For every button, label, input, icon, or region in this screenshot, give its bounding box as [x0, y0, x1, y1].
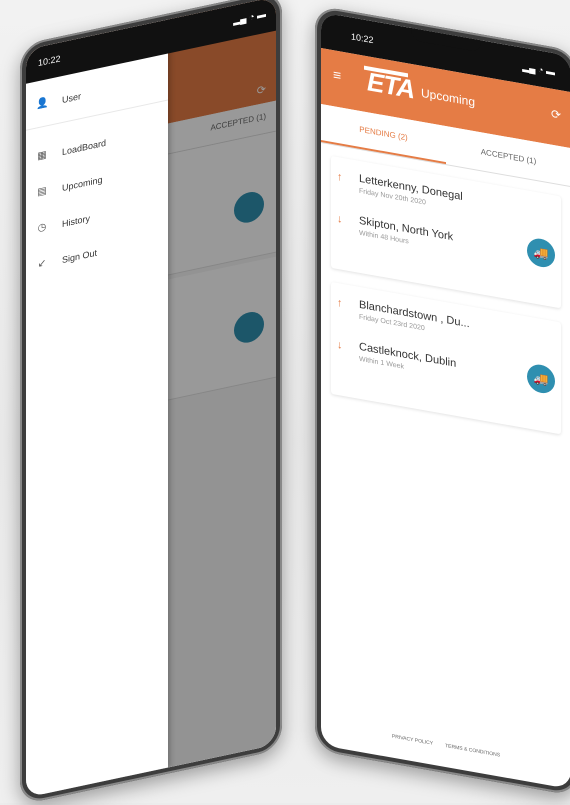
privacy-policy-link[interactable]: PRIVACY POLICY — [392, 734, 433, 747]
truck-icon[interactable]: 🚚 — [527, 236, 555, 270]
dropoff-arrow-icon: ↓ — [337, 212, 343, 226]
drawer-item-label: History — [62, 212, 91, 229]
status-time: 10:22 — [38, 53, 61, 69]
signout-icon: ↙ — [37, 257, 47, 271]
pickup-stop: Blanchardstown , Du... Friday Oct 23rd 2… — [359, 299, 470, 341]
dropoff-stop: Skipton, North York Within 48 Hours — [359, 215, 453, 254]
terms-link[interactable]: TERMS & CONDITIONS — [445, 743, 500, 759]
drawer-item-upcoming[interactable]: ▤ Upcoming — [36, 173, 103, 199]
drawer-item-label: User — [62, 90, 82, 105]
drawer-item-user[interactable]: 👤 User — [36, 90, 81, 111]
drawer-item-label: LoadBoard — [62, 137, 107, 157]
dropoff-arrow-icon: ↓ — [337, 338, 343, 352]
eta-logo: ETA — [367, 66, 415, 105]
status-time: 10:22 — [351, 31, 374, 46]
job-card[interactable]: ↑ Blanchardstown , Du... Friday Oct 23rd… — [331, 281, 561, 435]
drawer-item-loadboard[interactable]: ▦ LoadBoard — [36, 137, 106, 163]
left-phone: ⟳ ACCEPTED (1) 10:22 👤 User ▦ LoadBoard … — [20, 0, 282, 805]
right-phone: 10:22 ▂▄ ◔ ▬ ≡ ETA Upcoming ⟳ PENDING (2… — [315, 5, 570, 797]
phone-screen: 10:22 ▂▄ ◔ ▬ ≡ ETA Upcoming ⟳ PENDING (2… — [321, 12, 570, 790]
page-title: Upcoming — [421, 85, 476, 110]
drawer-item-label: Sign Out — [62, 247, 98, 265]
navigation-drawer: 10:22 👤 User ▦ LoadBoard ▤ Upcoming ◷ Hi… — [26, 19, 168, 798]
board-icon: ▦ — [37, 149, 47, 163]
pickup-stop: Letterkenny, Donegal Friday Nov 20th 202… — [359, 173, 463, 213]
drawer-item-sign-out[interactable]: ↙ Sign Out — [36, 247, 97, 271]
person-icon: 👤 — [36, 96, 49, 111]
dropoff-stop: Castleknock, Dublin Within 1 Week — [359, 341, 456, 380]
pickup-arrow-icon: ↑ — [337, 296, 343, 310]
clock-icon: ◷ — [37, 221, 47, 235]
pickup-arrow-icon: ↑ — [337, 170, 343, 184]
truck-icon[interactable]: 🚚 — [527, 362, 555, 396]
phone-screen: ⟳ ACCEPTED (1) 10:22 👤 User ▦ LoadBoard … — [26, 0, 276, 798]
drawer-item-history[interactable]: ◷ History — [36, 212, 91, 235]
drawer-item-label: Upcoming — [62, 173, 103, 193]
status-icons: ▂▄ ◔ ▬ — [522, 61, 555, 78]
status-icons: ▂▄ ◔ ▬ — [233, 8, 266, 26]
calendar-icon: ▤ — [37, 185, 47, 199]
refresh-icon[interactable]: ⟳ — [551, 107, 561, 123]
menu-icon[interactable]: ≡ — [333, 66, 341, 83]
